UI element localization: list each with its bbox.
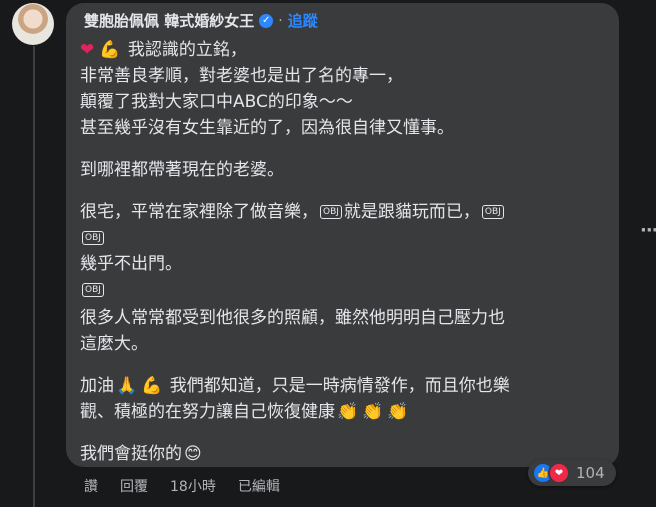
- author-name[interactable]: 雙胞胎佩佩 韓式婚紗女王: [84, 10, 254, 31]
- smile-icon: 😊: [184, 444, 202, 464]
- comment-line: 觀、積極的在努力讓自己恢復健康 👏 👏 👏: [80, 399, 610, 425]
- comment-line: 我們會挺你的 😊: [80, 441, 610, 467]
- pray-icon: 🙏: [116, 376, 138, 396]
- comment-text: 我認識的立銘，: [127, 40, 247, 60]
- follow-link[interactable]: 追蹤: [288, 10, 318, 31]
- verified-badge-icon: ✓: [259, 13, 274, 28]
- comment-line: 顛覆了我對大家口中ABC的印象～～: [80, 92, 353, 112]
- separator-dot: ·: [278, 12, 283, 29]
- obj-placeholder-icon: OBJ: [320, 205, 342, 219]
- comment-text: 我們都知道，只是一時病情發作，而且你也樂: [169, 376, 510, 396]
- comment-actions: 讚 回覆 18小時 已編輯: [84, 476, 302, 496]
- paragraph-wife: 到哪裡都帶著現在的老婆。: [80, 157, 610, 183]
- paragraph-support: 加油 🙏 💪 我們都知道，只是一時病情發作，而且你也樂 觀、積極的在努力讓自己恢復健…: [80, 373, 610, 425]
- more-options-icon[interactable]: ···: [640, 222, 656, 240]
- reaction-count: 104: [576, 464, 605, 482]
- love-reaction-icon: ❤: [548, 462, 570, 484]
- paragraph-care: 很多人常常都受到他很多的照顧，雖然他明明自己壓力也 這麼大。: [80, 305, 610, 357]
- comment-text: 很宅，平常在家裡除了做音樂，: [80, 202, 318, 222]
- comment-line: 幾乎不出門。: [80, 254, 182, 274]
- clap-icon: 👏: [387, 402, 409, 422]
- obj-placeholder-icon: OBJ: [481, 205, 504, 219]
- comment-header: 雙胞胎佩佩 韓式婚紗女王 ✓ · 追蹤: [84, 10, 318, 31]
- comment-line: ❤ 💪 我認識的立銘，: [80, 37, 610, 63]
- muscle-icon: 💪: [141, 376, 163, 396]
- reply-button[interactable]: 回覆: [120, 476, 148, 496]
- clap-icon: 👏: [362, 402, 384, 422]
- comment-line: OBJ: [80, 277, 610, 303]
- paragraph-closing: 我們會挺你的 😊: [80, 441, 610, 467]
- comment-line: 這麼大。: [80, 334, 148, 354]
- muscle-icon: 💪: [99, 40, 121, 60]
- paragraph-home: 很宅，平常在家裡除了做音樂， OBJ 就是跟貓玩而已， OBJ OBJ 幾乎不出門。 …: [80, 199, 610, 303]
- comment-text: 觀、積極的在努力讓自己恢復健康: [80, 402, 335, 422]
- obj-placeholder-icon: OBJ: [82, 283, 104, 297]
- obj-placeholder-icon: OBJ: [82, 231, 104, 245]
- clap-icon: 👏: [337, 402, 359, 422]
- avatar[interactable]: [12, 3, 54, 45]
- heart-icon: ❤: [80, 40, 95, 60]
- comment-line: 加油 🙏 💪 我們都知道，只是一時病情發作，而且你也樂: [80, 373, 610, 399]
- comment-text: 就是跟貓玩而已，: [343, 202, 480, 222]
- comment-line: 到哪裡都帶著現在的老婆。: [80, 160, 284, 180]
- comment-line: 非常善良孝順，對老婆也是出了名的專一，: [80, 66, 403, 86]
- comment-line: OBJ: [80, 225, 610, 251]
- comment-body: ❤ 💪 我認識的立銘， 非常善良孝順，對老婆也是出了名的專一， 顛覆了我對大家口中…: [80, 37, 610, 483]
- comment-line: 很宅，平常在家裡除了做音樂， OBJ 就是跟貓玩而已， OBJ: [80, 199, 610, 225]
- thread-line: [33, 46, 35, 507]
- reactions-summary[interactable]: 👍 ❤ 104: [528, 460, 616, 486]
- comment-line: 甚至幾乎沒有女生靠近的了，因為很自律又懂事。: [80, 118, 454, 138]
- comment-bubble: 雙胞胎佩佩 韓式婚紗女王 ✓ · 追蹤 ❤ 💪 我認識的立銘， 非常善良孝順，對老…: [66, 3, 619, 467]
- comment-text: 我們會挺你的: [80, 444, 182, 464]
- timestamp-link[interactable]: 18小時: [170, 476, 216, 496]
- edited-label[interactable]: 已編輯: [238, 476, 280, 496]
- paragraph-intro: ❤ 💪 我認識的立銘， 非常善良孝順，對老婆也是出了名的專一， 顛覆了我對大家口中…: [80, 37, 610, 141]
- like-button[interactable]: 讚: [84, 476, 98, 496]
- comment-text: 加油: [80, 376, 114, 396]
- comment-line: 很多人常常都受到他很多的照顧，雖然他明明自己壓力也: [80, 308, 505, 328]
